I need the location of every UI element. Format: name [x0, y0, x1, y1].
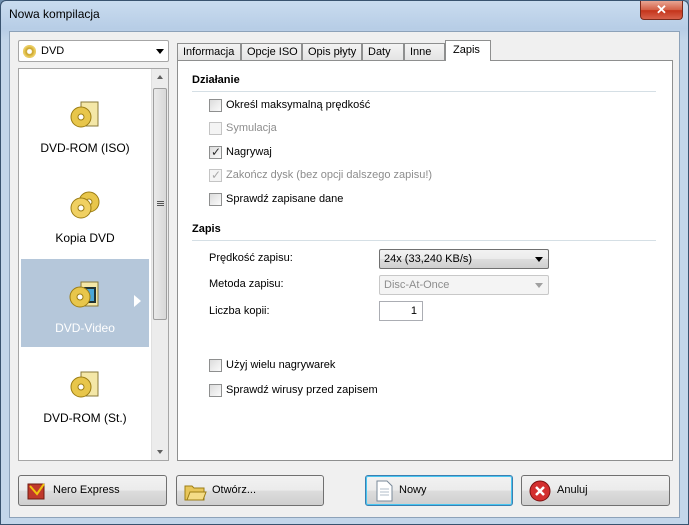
section-title-write: Zapis	[192, 223, 221, 235]
chevron-down-icon	[535, 257, 543, 262]
checkmark-icon: ✓	[211, 145, 222, 159]
button-label: Nero Express	[53, 484, 120, 496]
dvd-video-icon	[69, 281, 99, 308]
list-item-copy-dvd[interactable]: Kopia DVD	[21, 169, 149, 257]
dialog-body: DVD DVD-ROM (ISO) Kopia DVD DVD-Video DV…	[9, 31, 680, 518]
button-label: Nowy	[399, 484, 427, 496]
window-title: Nowa kompilacja	[9, 7, 100, 21]
list-item-dvd-rom-iso[interactable]: DVD-ROM (ISO)	[21, 79, 149, 167]
list-scrollbar[interactable]	[151, 69, 168, 460]
copies-input[interactable]: 1	[379, 301, 423, 321]
write-method-label: Metoda zapisu:	[209, 278, 284, 290]
nero-express-icon	[27, 483, 45, 500]
list-item-label: DVD-ROM (St.)	[43, 411, 127, 425]
scrollbar-thumb[interactable]	[153, 88, 167, 320]
list-item-label: DVD-Video	[55, 321, 115, 335]
checkbox-label: Sprawdź wirusy przed zapisem	[226, 384, 378, 396]
chevron-down-icon	[535, 283, 543, 288]
tab-inne[interactable]: Inne	[404, 43, 445, 61]
divider	[192, 91, 656, 92]
compilation-list[interactable]: DVD-ROM (ISO) Kopia DVD DVD-Video DVD-RO…	[18, 68, 169, 461]
divider	[192, 240, 656, 241]
write-speed-value: 24x (33,240 KB/s)	[384, 253, 473, 265]
open-folder-icon	[184, 485, 207, 501]
tab-opis-plyty[interactable]: Opis płyty	[302, 43, 362, 61]
tab-daty[interactable]: Daty	[362, 43, 404, 61]
checkbox-label: Zakończ dysk (bez opcji dalszego zapisu!…	[226, 169, 433, 181]
write-speed-label: Prędkość zapisu:	[209, 252, 293, 264]
dvd-icon	[69, 459, 101, 461]
dvd-rom-boot-icon	[70, 371, 99, 398]
list-item-dvd-video[interactable]: DVD-Video	[21, 259, 149, 347]
checkbox-label: Określ maksymalną prędkość	[226, 99, 371, 111]
tab-opcje-iso[interactable]: Opcje ISO	[241, 43, 302, 61]
close-button[interactable]: ✕	[640, 1, 683, 20]
checkbox-label: Nagrywaj	[226, 146, 272, 158]
scroll-up-icon[interactable]	[152, 69, 168, 86]
cancel-button[interactable]: Anuluj	[521, 475, 670, 506]
copies-label: Liczba kopii:	[209, 305, 270, 317]
cancel-icon	[529, 480, 551, 502]
burn-settings-panel: Działanie Określ maksymalną prędkość Sym…	[177, 60, 673, 461]
checkbox-label: Symulacja	[226, 122, 277, 134]
write-speed-select[interactable]: 24x (33,240 KB/s)	[379, 249, 549, 269]
selection-arrow-icon	[134, 295, 141, 307]
new-document-icon	[376, 480, 393, 502]
new-compilation-window: Nowa kompilacja ✕ DVD DVD-ROM (ISO) Kopi…	[0, 0, 689, 525]
disc-icon	[23, 45, 36, 58]
open-button[interactable]: Otwórz...	[176, 475, 324, 506]
chevron-down-icon	[156, 49, 164, 54]
write-method-value: Disc-At-Once	[384, 279, 450, 291]
new-button[interactable]: Nowy	[365, 475, 513, 506]
tab-zapis[interactable]: Zapis	[445, 40, 491, 61]
dvd-rom-icon	[70, 101, 99, 128]
copies-value: 1	[410, 305, 417, 317]
write-method-select[interactable]: Disc-At-Once	[379, 275, 549, 295]
list-item-dvd-rom-boot[interactable]: DVD-ROM (St.)	[21, 349, 149, 437]
section-title-action: Działanie	[192, 74, 240, 86]
copy-dvd-icon	[70, 191, 100, 219]
nero-express-button[interactable]: Nero Express	[18, 475, 167, 506]
button-label: Anuluj	[557, 484, 588, 496]
compilation-type-select[interactable]: DVD	[18, 40, 169, 62]
checkbox-label: Sprawdź zapisane dane	[226, 193, 344, 205]
checkmark-icon: ✓	[211, 168, 222, 182]
button-label: Otwórz...	[212, 484, 257, 496]
grip-icon	[157, 201, 164, 207]
checkbox-label: Użyj wielu nagrywarek	[226, 359, 336, 371]
tab-informacja[interactable]: Informacja	[177, 43, 241, 61]
list-item-more[interactable]	[21, 439, 149, 461]
list-item-label: Kopia DVD	[55, 231, 115, 245]
compilation-type-value: DVD	[41, 45, 65, 57]
close-icon: ✕	[656, 2, 667, 17]
title-bar[interactable]: Nowa kompilacja ✕	[1, 1, 688, 28]
list-item-label: DVD-ROM (ISO)	[40, 141, 130, 155]
scroll-down-icon[interactable]	[152, 443, 168, 460]
